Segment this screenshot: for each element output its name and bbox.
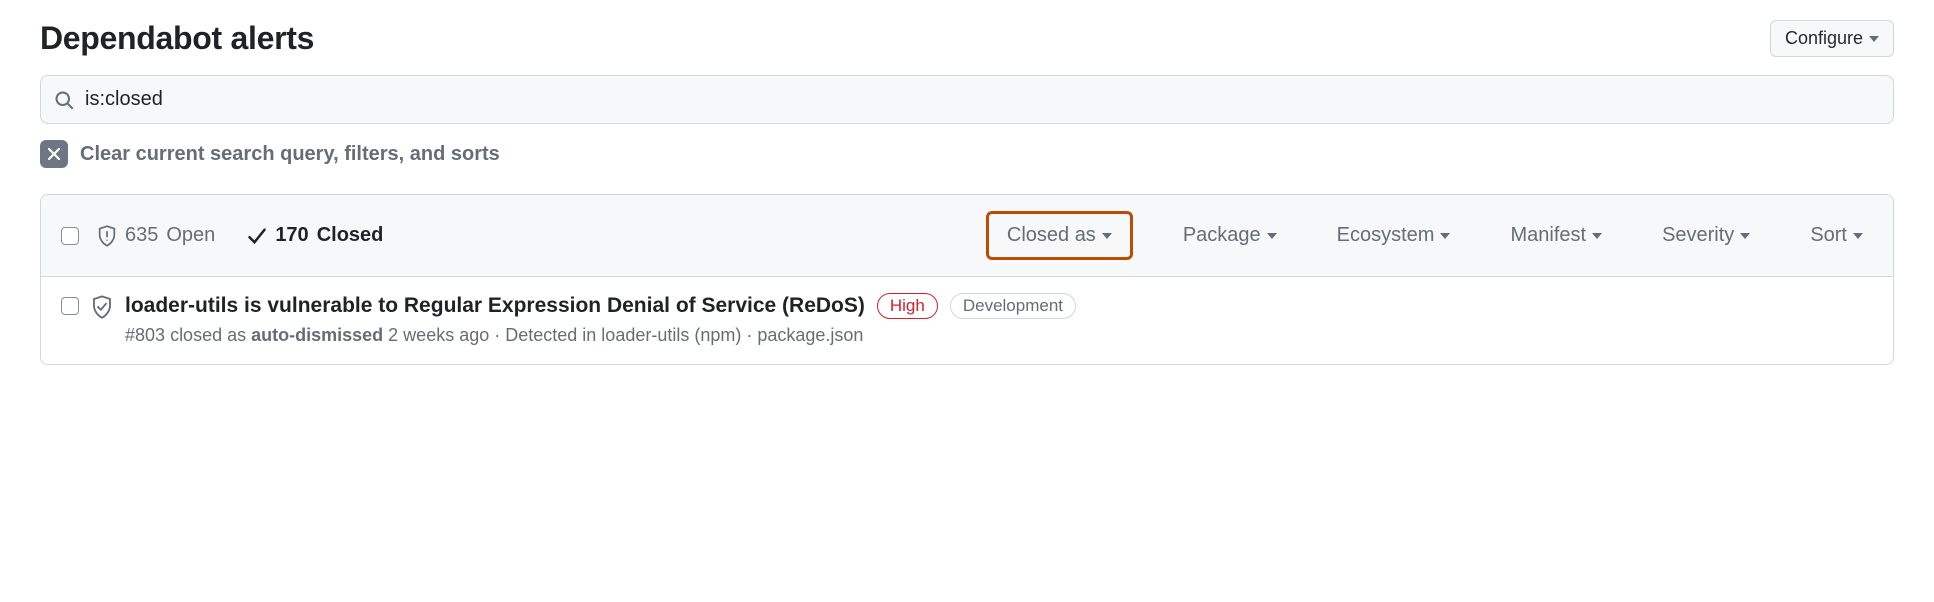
filter-ecosystem-label: Ecosystem — [1337, 224, 1435, 247]
filter-severity-label: Severity — [1662, 224, 1734, 247]
severity-badge: High — [877, 293, 938, 319]
closed-label: Closed — [317, 224, 384, 247]
search-icon — [54, 90, 74, 110]
scope-badge: Development — [950, 293, 1076, 319]
check-icon — [247, 226, 267, 246]
filter-closed-as[interactable]: Closed as — [986, 211, 1133, 260]
caret-down-icon — [1592, 233, 1602, 239]
open-label: Open — [166, 224, 215, 247]
alert-detected: Detected in loader-utils (npm) — [505, 325, 741, 345]
alert-title-link[interactable]: loader-utils is vulnerable to Regular Ex… — [125, 294, 865, 318]
configure-button[interactable]: Configure — [1770, 20, 1894, 57]
caret-down-icon — [1440, 233, 1450, 239]
search-input[interactable] — [40, 75, 1894, 124]
caret-down-icon — [1267, 233, 1277, 239]
caret-down-icon — [1740, 233, 1750, 239]
alert-row[interactable]: loader-utils is vulnerable to Regular Ex… — [41, 277, 1893, 364]
alert-time: 2 weeks ago — [388, 325, 489, 345]
alert-closed-prefix: closed as — [170, 325, 246, 345]
open-count: 635 — [125, 224, 158, 247]
filter-severity[interactable]: Severity — [1652, 218, 1760, 253]
shield-alert-icon — [97, 225, 117, 247]
tab-open[interactable]: 635 Open — [95, 220, 217, 251]
caret-down-icon — [1102, 233, 1112, 239]
filter-package-label: Package — [1183, 224, 1261, 247]
tab-closed[interactable]: 170 Closed — [245, 220, 385, 251]
filter-manifest-label: Manifest — [1510, 224, 1586, 247]
clear-filters-button[interactable]: Clear current search query, filters, and… — [40, 140, 1894, 168]
filter-closed-as-label: Closed as — [1007, 224, 1096, 247]
alert-manifest: package.json — [757, 325, 863, 345]
select-all-checkbox[interactable] — [61, 227, 79, 245]
caret-down-icon — [1869, 36, 1879, 42]
alert-meta: #803 closed as auto-dismissed 2 weeks ag… — [125, 325, 1873, 346]
alert-id: #803 — [125, 325, 165, 345]
shield-check-icon — [91, 295, 113, 319]
filter-sort-label: Sort — [1810, 224, 1847, 247]
filter-sort[interactable]: Sort — [1800, 218, 1873, 253]
filter-ecosystem[interactable]: Ecosystem — [1327, 218, 1461, 253]
close-icon — [40, 140, 68, 168]
clear-filters-text: Clear current search query, filters, and… — [80, 143, 500, 166]
closed-count: 170 — [275, 224, 308, 247]
page-title: Dependabot alerts — [40, 20, 314, 57]
configure-label: Configure — [1785, 28, 1863, 49]
filter-package[interactable]: Package — [1173, 218, 1287, 253]
filter-manifest[interactable]: Manifest — [1500, 218, 1612, 253]
caret-down-icon — [1853, 233, 1863, 239]
alert-closed-value: auto-dismissed — [251, 325, 383, 345]
alert-checkbox[interactable] — [61, 297, 79, 315]
